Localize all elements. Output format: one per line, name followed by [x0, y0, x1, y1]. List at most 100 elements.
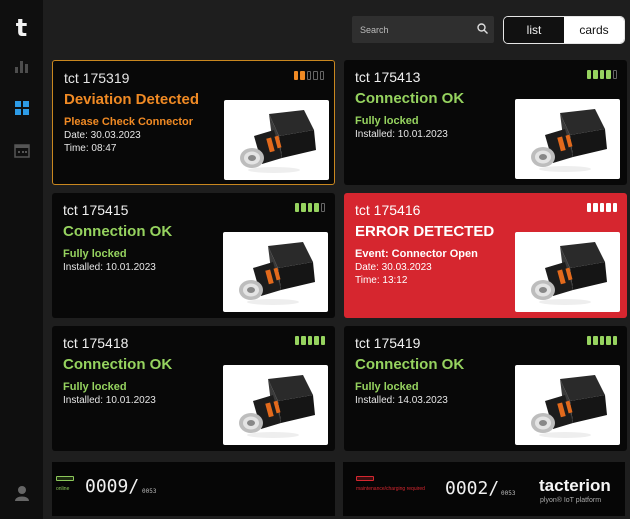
battery-segment	[612, 335, 618, 345]
battery-segment	[593, 335, 598, 345]
connector-image	[515, 232, 620, 312]
device-card-2[interactable]: tct 175415 Connection OK Fully locked In…	[52, 193, 335, 318]
device-detail-1: Installed: 10.01.2023	[63, 395, 156, 406]
maintenance-indicator-icon	[356, 476, 374, 481]
search-icon[interactable]	[477, 21, 488, 39]
online-indicator-icon	[56, 476, 74, 481]
online-total: 0053	[142, 488, 157, 495]
battery-segment	[314, 335, 319, 345]
device-detail-2: Time: 13:12	[355, 275, 408, 286]
search-input[interactable]	[360, 24, 477, 35]
device-id: tct 175416	[355, 202, 421, 218]
list-view-button[interactable]: list	[504, 17, 564, 43]
calendar-icon[interactable]	[0, 144, 43, 158]
battery-segment	[294, 70, 299, 80]
device-id: tct 175418	[63, 335, 129, 351]
battery-indicator	[294, 70, 325, 80]
logo[interactable]: t	[0, 14, 43, 42]
maintenance-label: maintenance/charging required	[356, 486, 425, 492]
cards-view-button[interactable]: cards	[564, 17, 624, 43]
device-card-0[interactable]: tct 175319 Deviation Detected Please Che…	[52, 60, 335, 185]
online-count: 0009/	[85, 476, 139, 497]
battery-segment	[587, 69, 592, 79]
device-detail-1: Date: 30.03.2023	[355, 262, 432, 273]
user-icon[interactable]	[0, 485, 43, 501]
search-box[interactable]	[352, 16, 494, 43]
battery-segment	[320, 335, 326, 345]
device-detail-1: Installed: 10.01.2023	[63, 262, 156, 273]
device-detail-1: Date: 30.03.2023	[64, 130, 141, 141]
battery-segment	[599, 335, 605, 345]
device-detail-1: Installed: 14.03.2023	[355, 395, 448, 406]
connector-image	[224, 100, 329, 180]
device-id: tct 175319	[64, 70, 130, 86]
device-id: tct 175419	[355, 335, 421, 351]
connector-image	[223, 232, 328, 312]
device-status: Connection OK	[355, 356, 465, 373]
battery-segment	[314, 202, 319, 212]
maintenance-count: 0002/	[445, 478, 499, 499]
maintenance-count-slash: /	[488, 478, 500, 499]
online-label: online	[56, 486, 70, 492]
battery-segment	[599, 69, 605, 79]
device-substatus: Fully locked	[63, 248, 127, 260]
online-count-value: 0009	[85, 476, 129, 497]
device-card-4[interactable]: tct 175418 Connection OK Fully locked In…	[52, 326, 335, 451]
maintenance-total: 0053	[501, 490, 516, 497]
battery-segment	[300, 70, 305, 80]
connector-image	[223, 365, 328, 445]
brand-logo: tacterion	[539, 476, 611, 495]
device-detail-2: Time: 08:47	[64, 143, 117, 154]
battery-segment	[301, 335, 306, 345]
device-substatus: Fully locked	[355, 115, 419, 127]
device-status: Connection OK	[355, 90, 465, 107]
battery-segment	[593, 202, 598, 212]
device-status: Connection OK	[63, 223, 173, 240]
device-substatus: Please Check Connector	[64, 116, 193, 128]
battery-segment	[606, 335, 611, 345]
battery-segment	[606, 69, 611, 79]
device-detail-1: Installed: 10.01.2023	[355, 129, 448, 140]
battery-indicator	[295, 202, 326, 212]
connector-image	[515, 365, 620, 445]
battery-segment	[313, 70, 318, 80]
battery-indicator	[587, 202, 618, 212]
battery-segment	[306, 70, 312, 80]
battery-segment	[599, 202, 605, 212]
battery-segment	[612, 202, 618, 212]
device-status: ERROR DETECTED	[355, 223, 495, 240]
battery-segment	[587, 202, 592, 212]
device-card-1[interactable]: tct 175413 Connection OK Fully locked In…	[344, 60, 627, 185]
device-substatus: Event: Connector Open	[355, 248, 478, 260]
view-toggle: list cards	[503, 16, 625, 44]
device-substatus: Fully locked	[63, 381, 127, 393]
device-card-3[interactable]: tct 175416 ERROR DETECTED Event: Connect…	[344, 193, 627, 318]
battery-segment	[606, 202, 611, 212]
maintenance-count-value: 0002	[445, 478, 489, 499]
brand-subtitle: plyon® IoT platform	[540, 497, 602, 504]
battery-indicator	[587, 335, 618, 345]
battery-indicator	[295, 335, 326, 345]
status-footer: online 0009/ 0053 maintenance/charging r…	[52, 462, 625, 516]
battery-segment	[295, 335, 300, 345]
sidebar: t	[0, 0, 43, 519]
battery-segment	[612, 69, 618, 79]
connector-image	[515, 99, 620, 179]
device-id: tct 175413	[355, 69, 421, 85]
online-count-slash: /	[128, 476, 140, 497]
battery-segment	[295, 202, 300, 212]
battery-indicator	[587, 69, 618, 79]
battery-segment	[320, 202, 326, 212]
grid-icon[interactable]	[0, 100, 43, 116]
battery-segment	[301, 202, 306, 212]
chart-icon[interactable]	[0, 58, 43, 74]
device-status: Connection OK	[63, 356, 173, 373]
battery-segment	[593, 69, 598, 79]
battery-segment	[307, 202, 313, 212]
device-status: Deviation Detected	[64, 91, 200, 108]
battery-segment	[587, 335, 592, 345]
battery-segment	[307, 335, 313, 345]
battery-segment	[319, 70, 325, 80]
device-id: tct 175415	[63, 202, 129, 218]
device-card-5[interactable]: tct 175419 Connection OK Fully locked In…	[344, 326, 627, 451]
